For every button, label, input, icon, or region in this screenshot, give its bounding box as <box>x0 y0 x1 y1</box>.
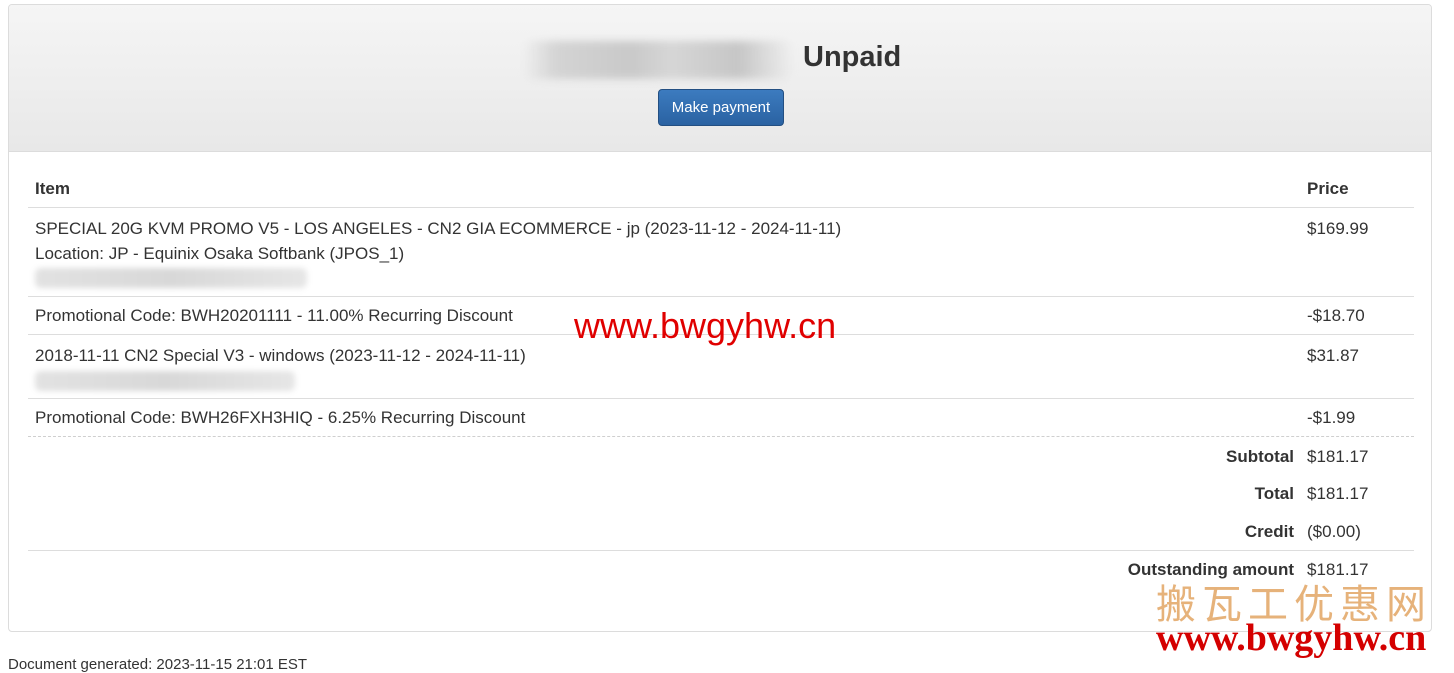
invoice-status: Unpaid <box>803 41 902 73</box>
summary-divider <box>28 436 1414 438</box>
redacted-line <box>35 268 307 288</box>
item-description: Promotional Code: BWH26FXH3HIQ - 6.25% R… <box>35 408 526 427</box>
item-description: Promotional Code: BWH20201111 - 11.00% R… <box>35 306 513 325</box>
make-payment-button[interactable]: Make payment <box>658 89 784 126</box>
summary-divider <box>28 550 1414 552</box>
column-header-price: Price <box>1307 179 1349 198</box>
subtotal-label: Subtotal <box>1226 447 1294 466</box>
watermark-url-center: www.bwgyhw.cn <box>574 305 837 346</box>
item-location: Location: JP - Equinix Osaka Softbank (J… <box>35 244 405 263</box>
item-price: -$1.99 <box>1307 408 1356 427</box>
watermark-url-corner: www.bwgyhw.cn <box>1156 617 1427 659</box>
item-price: $169.99 <box>1307 219 1369 238</box>
redacted-line <box>35 371 295 391</box>
document-generated-text: Document generated: 2023-11-15 21:01 EST <box>8 656 308 673</box>
subtotal-value: $181.17 <box>1307 447 1369 466</box>
item-description: 2018-11-11 CN2 Special V3 - windows (202… <box>35 346 526 365</box>
credit-value: ($0.00) <box>1307 522 1361 541</box>
item-price: $31.87 <box>1307 346 1359 365</box>
column-header-item: Item <box>35 179 70 198</box>
total-label: Total <box>1254 484 1294 503</box>
invoice-header: Unpaid Make payment <box>9 5 1431 152</box>
total-value: $181.17 <box>1307 484 1369 503</box>
credit-label: Credit <box>1244 522 1294 541</box>
table-row: SPECIAL 20G KVM PROMO V5 - LOS ANGELES -… <box>28 207 1414 296</box>
redacted-invoice-name <box>523 41 793 79</box>
item-description: SPECIAL 20G KVM PROMO V5 - LOS ANGELES -… <box>35 219 842 238</box>
item-price: -$18.70 <box>1307 306 1365 325</box>
table-row: Promotional Code: BWH26FXH3HIQ - 6.25% R… <box>28 398 1414 437</box>
